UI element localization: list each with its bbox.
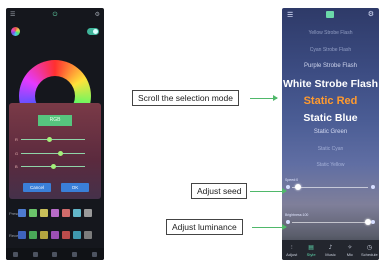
tab-mic[interactable]: ✧ Mic bbox=[340, 240, 359, 260]
tab-icon[interactable] bbox=[13, 251, 19, 257]
color-swatch[interactable] bbox=[62, 209, 70, 217]
left-mode-row bbox=[11, 26, 99, 38]
color-swatch[interactable] bbox=[40, 209, 48, 217]
power-toggle[interactable] bbox=[87, 28, 99, 35]
menu-icon[interactable]: ☰ bbox=[287, 11, 293, 19]
music-icon: ♪ bbox=[328, 243, 333, 251]
bottom-tab-bar: ⫶ Adjust ▤ Style ♪ Music ✧ Mic ◷ Schedul… bbox=[282, 240, 379, 260]
mode-list-item[interactable]: Static Yellow bbox=[282, 162, 379, 168]
left-top-bar: ☰ ⏻ ⚙ bbox=[6, 8, 104, 22]
left-tab-bar bbox=[6, 248, 104, 260]
callout-arrow bbox=[252, 224, 287, 230]
color-swatch[interactable] bbox=[18, 209, 26, 217]
color-swatch[interactable] bbox=[29, 231, 37, 239]
green-slider[interactable]: G bbox=[15, 150, 95, 158]
slider-knob[interactable] bbox=[50, 164, 56, 169]
tab-label: Adjust bbox=[286, 251, 298, 257]
gear-icon[interactable]: ⚙ bbox=[368, 10, 374, 18]
left-phone-screen: ☰ ⏻ ⚙ RGB R G B Cancel OK Preset Recent bbox=[6, 8, 104, 260]
mode-list-item[interactable]: Cyan Strobe Flash bbox=[282, 47, 379, 53]
slider-max-icon bbox=[371, 185, 375, 189]
slider-track bbox=[292, 221, 368, 223]
color-swatch[interactable] bbox=[73, 209, 81, 217]
tab-label: Music bbox=[325, 251, 336, 257]
rgb-dialog: RGB R G B Cancel OK bbox=[9, 103, 101, 199]
speed-slider[interactable] bbox=[286, 184, 375, 190]
callout-adjust-speed: Adjust seed bbox=[191, 183, 248, 199]
color-swatch[interactable] bbox=[73, 231, 81, 239]
red-slider[interactable]: R bbox=[15, 136, 95, 144]
mode-list-item[interactable]: Static Blue bbox=[282, 112, 379, 124]
callout-arrow bbox=[250, 95, 278, 101]
power-icon[interactable]: ⏻ bbox=[6, 11, 104, 19]
color-swatch[interactable] bbox=[29, 209, 37, 217]
tab-music[interactable]: ♪ Music bbox=[321, 240, 340, 260]
tab-label: Style bbox=[306, 251, 316, 257]
recent-swatches bbox=[18, 231, 92, 239]
mic-icon: ✧ bbox=[347, 243, 353, 251]
blue-slider[interactable]: B bbox=[15, 163, 95, 171]
speed-slider-knob[interactable] bbox=[295, 184, 302, 190]
tab-label: Mic bbox=[346, 251, 354, 257]
tab-schedule[interactable]: ◷ Schedule bbox=[360, 240, 379, 260]
ok-button[interactable]: OK bbox=[61, 183, 89, 192]
mode-list-item[interactable]: Static Green bbox=[282, 129, 379, 135]
tab-icon[interactable] bbox=[52, 251, 58, 257]
color-swatch[interactable] bbox=[84, 209, 92, 217]
slider-knob[interactable] bbox=[58, 151, 64, 156]
callout-scroll-mode: Scroll the selection mode bbox=[132, 90, 239, 106]
blue-slider-label: B bbox=[15, 164, 18, 169]
rgb-mode-button[interactable]: RGB bbox=[38, 115, 72, 126]
tab-adjust[interactable]: ⫶ Adjust bbox=[282, 240, 301, 260]
style-icon: ▤ bbox=[308, 243, 314, 251]
color-swatch[interactable] bbox=[18, 231, 26, 239]
slider-track bbox=[21, 139, 85, 140]
speed-label: Speed:0 bbox=[285, 178, 299, 182]
slider-knob[interactable] bbox=[47, 137, 53, 142]
brightness-label: Brightness:100 bbox=[285, 213, 309, 217]
sliders-icon: ⫶ bbox=[290, 243, 293, 251]
selected-mode-item[interactable]: Static Red bbox=[282, 95, 379, 107]
schedule-icon: ◷ bbox=[366, 243, 372, 251]
canvas: ☰ ⏻ ⚙ RGB R G B Cancel OK Preset Recent … bbox=[0, 0, 381, 263]
slider-track bbox=[21, 153, 85, 154]
color-swatch[interactable] bbox=[51, 209, 59, 217]
mode-list-item[interactable]: Purple Strobe Flash bbox=[282, 63, 379, 69]
brightness-slider[interactable] bbox=[286, 219, 375, 225]
tab-icon[interactable] bbox=[91, 251, 97, 257]
tab-icon[interactable] bbox=[32, 251, 38, 257]
mode-list-item[interactable]: Yellow Strobe Flash bbox=[282, 30, 379, 36]
color-swatch[interactable] bbox=[62, 231, 70, 239]
palette-icon[interactable] bbox=[11, 27, 20, 36]
mode-list-item[interactable]: White Strobe Flash bbox=[282, 78, 379, 90]
cancel-button[interactable]: Cancel bbox=[23, 183, 51, 192]
slider-track bbox=[292, 186, 368, 188]
green-slider-label: G bbox=[15, 151, 19, 156]
preset-swatches bbox=[18, 209, 92, 217]
color-swatch[interactable] bbox=[40, 231, 48, 239]
slider-max-icon bbox=[371, 220, 375, 224]
right-top-bar: ☰ ⚙ bbox=[282, 8, 379, 22]
tab-icon[interactable] bbox=[72, 251, 78, 257]
tab-style[interactable]: ▤ Style bbox=[301, 240, 320, 260]
mode-list-item[interactable]: Static Cyan bbox=[282, 146, 379, 152]
red-slider-label: R bbox=[15, 137, 18, 142]
tab-label: Schedule bbox=[360, 251, 378, 257]
callout-arrow bbox=[250, 188, 287, 194]
right-phone-screen: ☰ ⚙ Yellow Strobe Flash Cyan Strobe Flas… bbox=[282, 8, 379, 260]
color-swatch[interactable] bbox=[84, 231, 92, 239]
callout-adjust-luminance: Adjust luminance bbox=[166, 219, 243, 235]
color-swatch[interactable] bbox=[51, 231, 59, 239]
power-icon[interactable] bbox=[326, 11, 334, 18]
